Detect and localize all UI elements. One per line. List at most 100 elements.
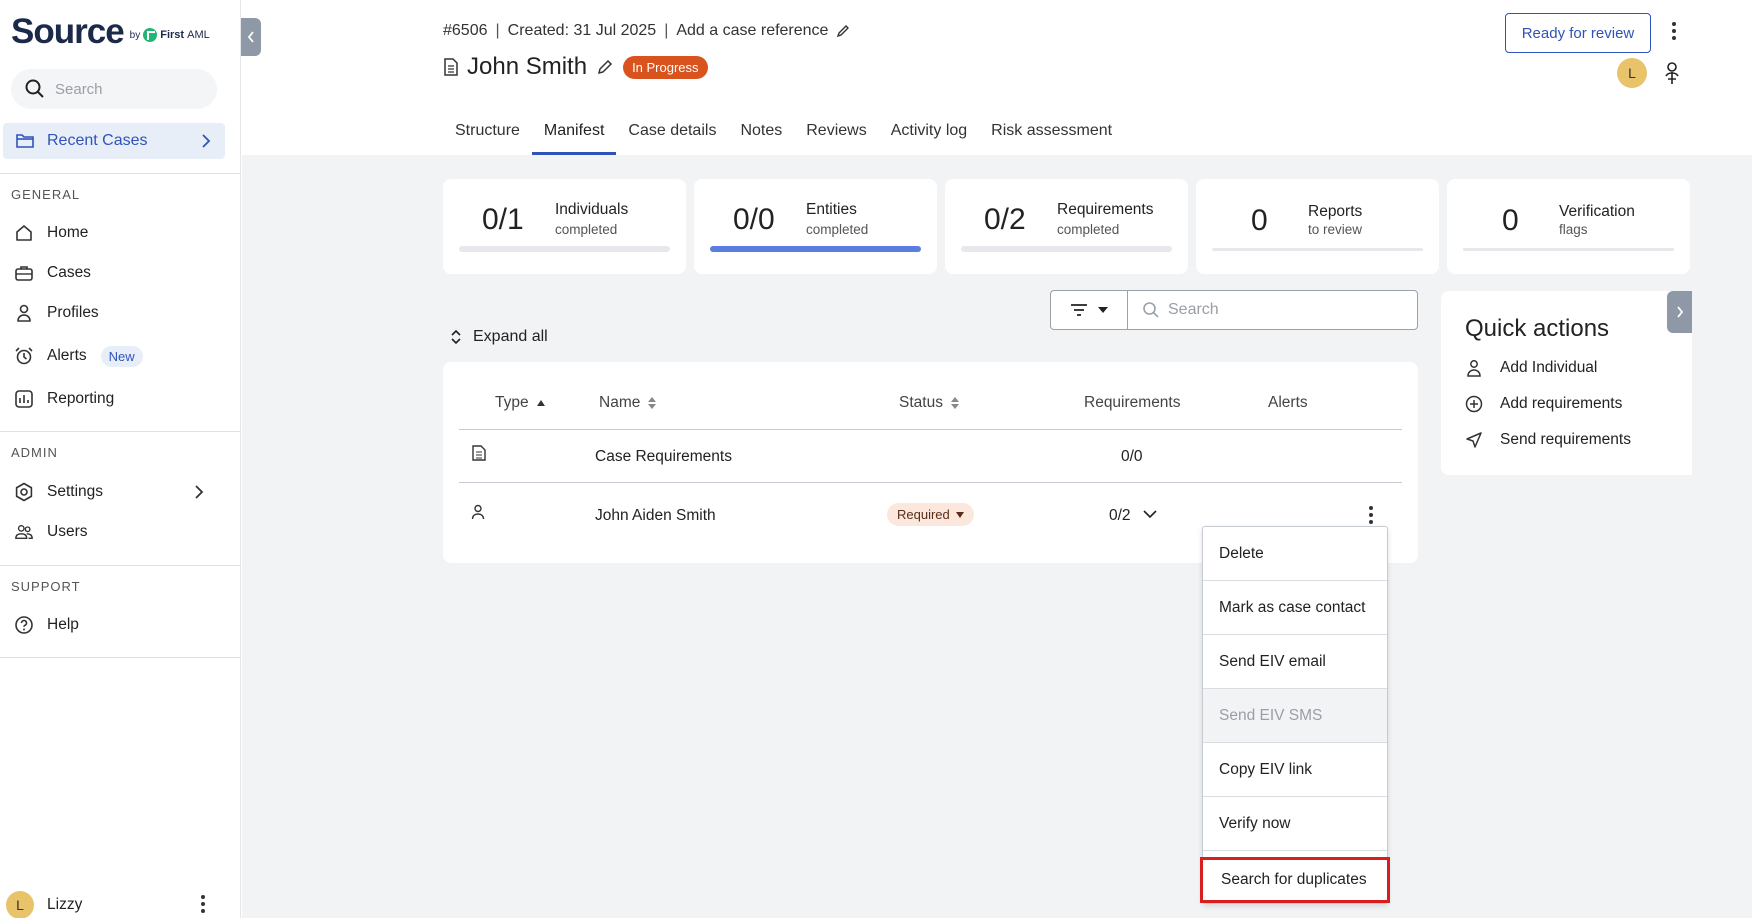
user-name: Lizzy: [47, 896, 83, 913]
column-label: Type: [495, 394, 529, 411]
stat-sublabel: completed: [806, 222, 869, 237]
tab-activity-log[interactable]: Activity log: [879, 115, 979, 155]
progress-fill: [710, 246, 921, 252]
column-header-name[interactable]: Name: [599, 394, 657, 412]
collapse-quick-actions-button[interactable]: [1667, 291, 1692, 333]
add-case-reference[interactable]: Add a case reference: [676, 22, 828, 40]
progress-bar: [459, 246, 670, 252]
section-general: GENERAL: [11, 187, 81, 202]
chevron-right-icon: [195, 485, 204, 499]
sidebar-search[interactable]: [11, 69, 217, 109]
column-label: Name: [599, 394, 641, 411]
stat-card-entities[interactable]: 0/0 Entities completed: [694, 179, 937, 274]
menu-item-verify-now[interactable]: Verify now: [1203, 797, 1387, 851]
filter-button[interactable]: [1050, 290, 1128, 330]
plus-circle-icon: [1465, 395, 1483, 413]
logo-wordmark: Source: [11, 12, 125, 51]
stat-card-requirements[interactable]: 0/2 Requirements completed: [945, 179, 1188, 274]
stat-card-individuals[interactable]: 0/1 Individuals completed: [443, 179, 686, 274]
manifest-search[interactable]: [1127, 290, 1418, 330]
gear-icon: [14, 482, 34, 502]
pencil-icon[interactable]: [836, 24, 850, 38]
filter-icon: [1070, 304, 1087, 316]
assign-user-icon[interactable]: [1662, 61, 1682, 85]
document-icon: [444, 58, 458, 76]
more-options-icon[interactable]: [1672, 22, 1676, 40]
pencil-icon[interactable]: [597, 59, 613, 75]
quick-actions-title: Quick actions: [1465, 315, 1610, 342]
tab-structure[interactable]: Structure: [443, 115, 532, 155]
sidebar-divider: [0, 173, 241, 174]
menu-item-search-for-duplicates[interactable]: Search for duplicates: [1200, 857, 1390, 903]
send-requirements-action[interactable]: Send requirements: [1465, 431, 1631, 449]
user-menu-icon[interactable]: [201, 895, 205, 913]
home-icon: [14, 223, 34, 243]
sidebar-item-label: Help: [47, 616, 79, 633]
status-label: Required: [897, 507, 950, 522]
menu-item-copy-eiv-link[interactable]: Copy EIV link: [1203, 743, 1387, 797]
stat-label: Verification: [1559, 203, 1635, 220]
sidebar-item-label: Home: [47, 224, 89, 241]
manifest-search-input[interactable]: [1168, 301, 1408, 319]
tab-risk-assessment[interactable]: Risk assessment: [979, 115, 1124, 155]
status-badge: In Progress: [623, 55, 708, 79]
case-title-row: John Smith In Progress: [443, 53, 708, 81]
expand-all-button[interactable]: Expand all: [449, 328, 548, 346]
document-icon: [472, 445, 486, 461]
menu-item-mark-as-case-contact[interactable]: Mark as case contact: [1203, 581, 1387, 635]
sidebar-item-help[interactable]: Help: [14, 610, 224, 640]
column-header-type[interactable]: Type: [495, 394, 546, 412]
sidebar-search-input[interactable]: [55, 80, 205, 98]
logo-brand-suffix: AML: [187, 29, 210, 41]
tab-notes[interactable]: Notes: [728, 115, 794, 155]
search-icon: [1143, 302, 1159, 318]
send-icon: [1466, 432, 1482, 448]
source-logo[interactable]: Source by First AML: [11, 14, 210, 49]
column-header-alerts: Alerts: [1268, 394, 1308, 412]
sort-ascending-icon: [536, 400, 545, 406]
row-requirements: 0/0: [1121, 448, 1143, 465]
stat-label: Requirements: [1057, 201, 1154, 218]
status-dropdown[interactable]: Required: [887, 503, 974, 526]
row-actions-icon[interactable]: [1369, 506, 1373, 524]
recent-cases-button[interactable]: Recent Cases: [3, 123, 225, 159]
sidebar-item-label: Reporting: [47, 390, 115, 407]
tab-reviews[interactable]: Reviews: [794, 115, 878, 155]
add-individual-action[interactable]: Add Individual: [1465, 359, 1597, 377]
stat-label: Individuals: [555, 201, 629, 218]
collapse-sidebar-button[interactable]: [241, 18, 261, 56]
ready-for-review-button[interactable]: Ready for review: [1505, 13, 1651, 53]
sidebar-item-alerts[interactable]: Alerts New: [14, 341, 224, 371]
tab-manifest[interactable]: Manifest: [531, 115, 617, 155]
chevron-down-icon[interactable]: [1143, 509, 1157, 519]
chevron-right-icon: [202, 134, 211, 148]
add-requirements-action[interactable]: Add requirements: [1465, 395, 1622, 413]
row-requirements: 0/2: [1109, 507, 1131, 524]
caret-down-icon: [1097, 307, 1108, 313]
stat-card-verification-flags[interactable]: 0 Verification flags: [1447, 179, 1690, 274]
sidebar-item-profiles[interactable]: Profiles: [14, 298, 224, 328]
avatar: L: [6, 891, 34, 918]
sidebar-user[interactable]: L Lizzy: [6, 891, 82, 918]
sidebar-item-reporting[interactable]: Reporting: [14, 384, 224, 414]
users-icon: [14, 522, 34, 542]
menu-item-send-eiv-email[interactable]: Send EIV email: [1203, 635, 1387, 689]
menu-item-delete[interactable]: Delete: [1203, 527, 1387, 581]
stat-value: 0/0: [733, 203, 775, 236]
action-label: Add requirements: [1500, 395, 1623, 412]
assignee-avatar[interactable]: L: [1617, 58, 1647, 88]
sidebar-item-cases[interactable]: Cases: [14, 258, 224, 288]
tab-case-details[interactable]: Case details: [616, 115, 728, 155]
sidebar-item-label: Settings: [47, 483, 104, 500]
sidebar-item-users[interactable]: Users: [14, 517, 224, 547]
quick-actions-panel: Quick actions Add Individual Add require…: [1441, 291, 1692, 475]
stat-sublabel: to review: [1308, 222, 1363, 237]
row-name[interactable]: Case Requirements: [595, 448, 732, 466]
meta-separator: |: [495, 22, 500, 39]
sidebar-item-settings[interactable]: Settings: [14, 477, 224, 507]
row-name[interactable]: John Aiden Smith: [595, 507, 716, 525]
stat-card-reports[interactable]: 0 Reports to review: [1196, 179, 1439, 274]
stat-value: 0/2: [984, 203, 1026, 236]
sidebar-item-home[interactable]: Home: [14, 218, 224, 248]
column-header-status[interactable]: Status: [899, 394, 960, 412]
